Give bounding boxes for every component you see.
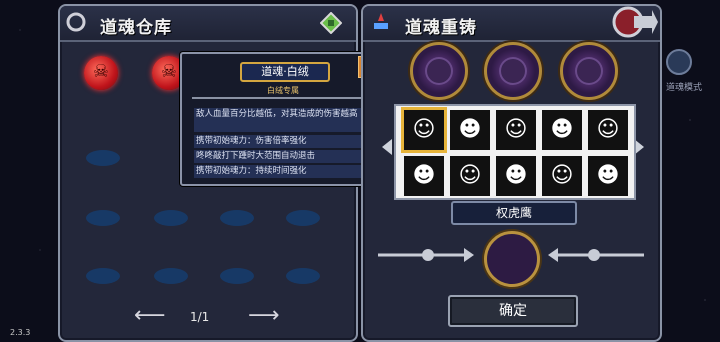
prev-page-button[interactable]: ⟵ <box>134 305 166 327</box>
effect-line: 咚咚敲打下踵时大范围自动退击 <box>194 150 370 163</box>
selected-character-name: 权虎鹰 <box>451 201 577 225</box>
back-button[interactable] <box>612 6 658 38</box>
reforge-icon <box>374 13 388 29</box>
character-grid: ☺ ☻ ☺ ☻ ☺ ☻ ☺ ☻ ☺ ☻ <box>394 104 636 200</box>
confirm-button[interactable]: 确定 <box>448 295 578 327</box>
character-portrait[interactable]: ☻ <box>496 156 536 196</box>
tooltip-subtitle: 白绒专属 <box>267 86 299 95</box>
page-indicator: 1/1 <box>190 310 210 324</box>
result-slot <box>484 231 540 287</box>
material-slot[interactable] <box>560 42 618 100</box>
panel-header: 道魂仓库 <box>60 6 356 42</box>
empty-slot[interactable] <box>286 268 320 284</box>
version-label: 2.3.3 <box>10 328 31 337</box>
panel-title: 道魂仓库 <box>100 18 172 38</box>
ornament-left-icon <box>378 248 474 262</box>
effect-line: 携带初始魂力：伤害倍率强化 <box>194 135 370 148</box>
mode-label: 道魂模式 <box>666 83 703 93</box>
empty-slot[interactable] <box>86 210 120 226</box>
scroll-left-icon[interactable] <box>382 139 392 155</box>
soul-tooltip: 道魂·白绒 ◆ 白绒专属 敌人血量百分比越低，对其造成的伤害越高 携带初始魂力：… <box>180 52 386 186</box>
next-page-button[interactable]: ⟶ <box>248 305 280 327</box>
empty-slot[interactable] <box>154 268 188 284</box>
character-portrait[interactable]: ☺ <box>588 110 628 150</box>
empty-slot[interactable] <box>86 268 120 284</box>
empty-slot[interactable] <box>154 210 188 226</box>
empty-slot[interactable] <box>220 210 254 226</box>
material-slot[interactable] <box>484 42 542 100</box>
effect-line: 敌人血量百分比越低，对其造成的伤害越高 <box>194 108 370 132</box>
ornament-right-icon <box>548 248 644 262</box>
effect-line: 携带初始魂力：持续时间强化 <box>194 165 370 178</box>
sort-icon[interactable] <box>320 12 342 34</box>
empty-slot[interactable] <box>220 268 254 284</box>
divider <box>192 97 374 99</box>
panel-title: 道魂重铸 <box>405 18 477 38</box>
soul-item[interactable] <box>84 56 118 90</box>
character-portrait[interactable]: ☻ <box>450 110 490 150</box>
tooltip-title: 道魂·白绒 <box>240 62 330 82</box>
empty-slot[interactable] <box>86 150 120 166</box>
character-portrait[interactable]: ☻ <box>404 156 444 196</box>
character-portrait[interactable]: ☺ <box>496 110 536 150</box>
character-portrait[interactable]: ☺ <box>450 156 490 196</box>
character-portrait[interactable]: ☻ <box>588 156 628 196</box>
empty-slot[interactable] <box>286 210 320 226</box>
material-slot[interactable] <box>410 42 468 100</box>
mode-icon[interactable] <box>659 42 719 102</box>
character-portrait[interactable]: ☺ <box>542 156 582 196</box>
character-portrait[interactable]: ☺ <box>404 110 444 150</box>
ring-icon <box>66 12 86 32</box>
character-portrait[interactable]: ☻ <box>542 110 582 150</box>
